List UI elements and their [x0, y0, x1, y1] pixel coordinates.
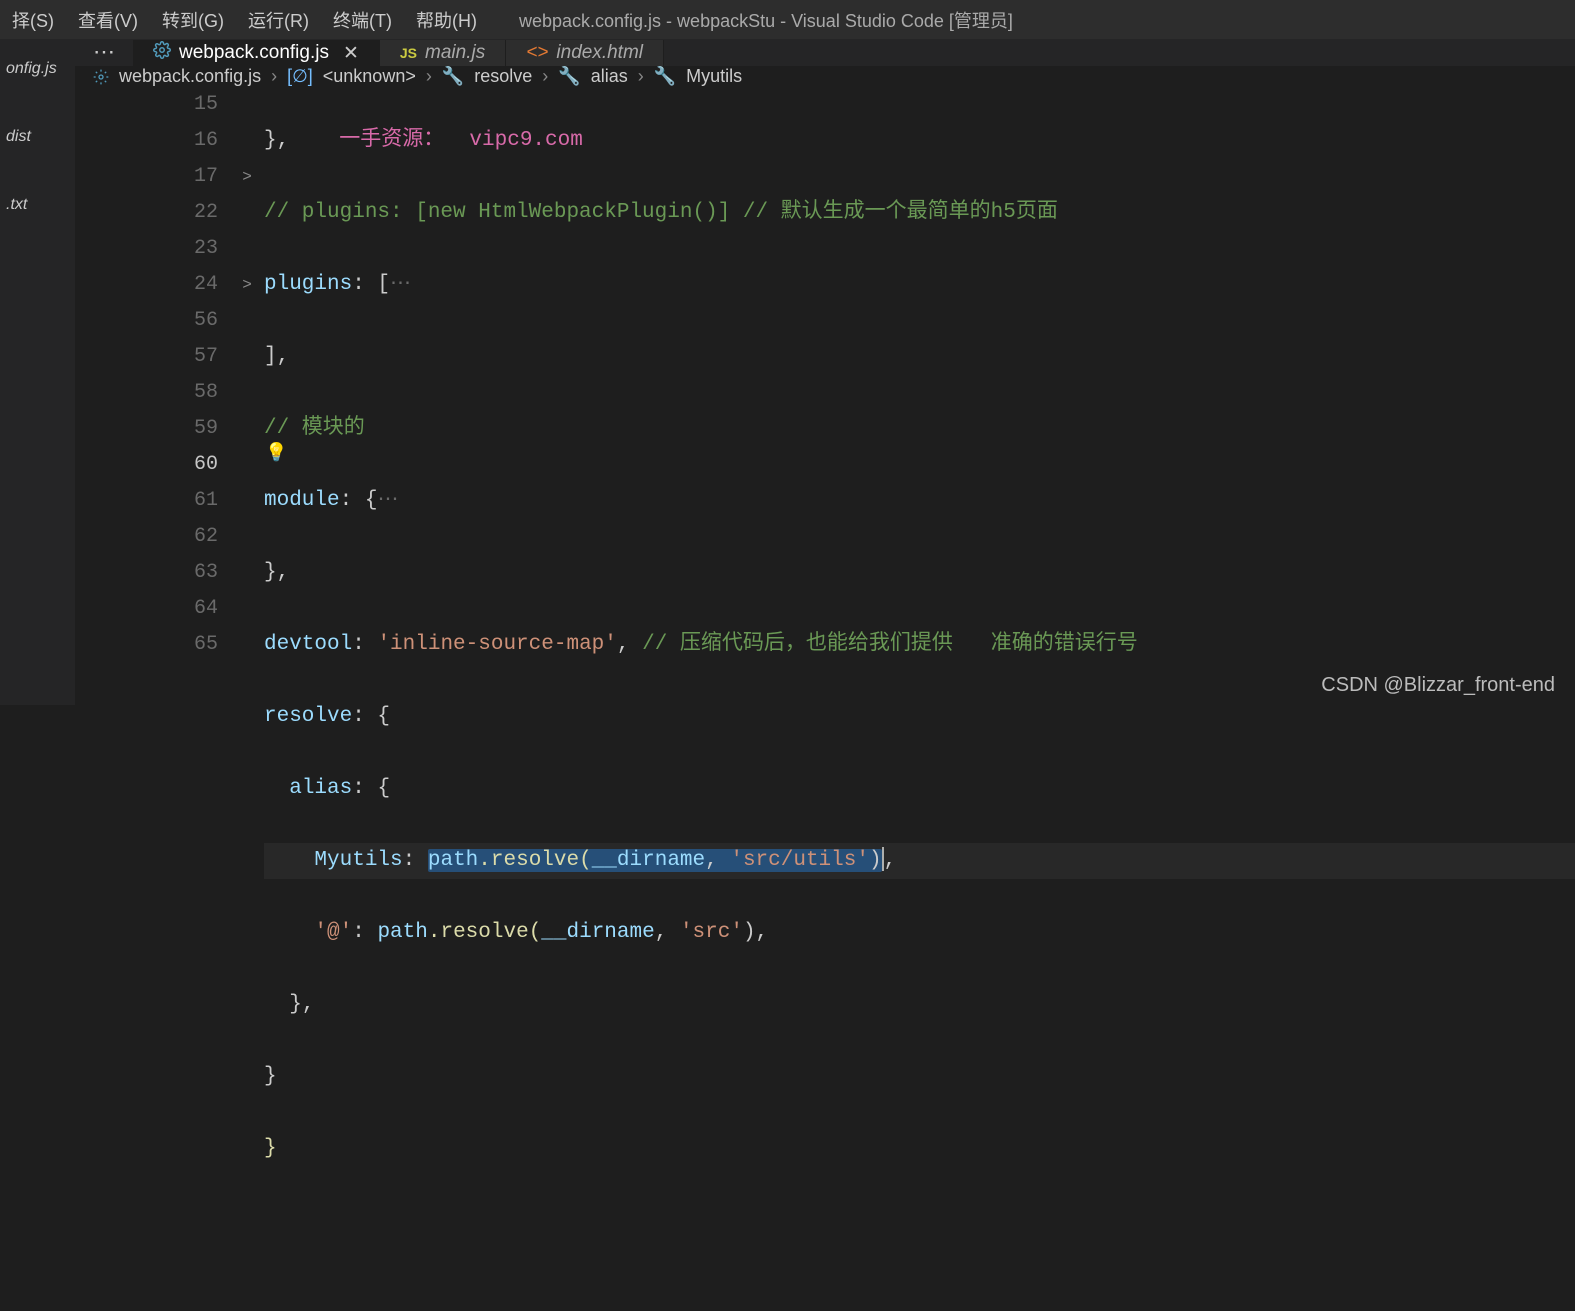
- chevron-right-icon: ›: [638, 66, 644, 87]
- wrench-icon: 🔧: [442, 66, 464, 87]
- tab-bar: ⋯ webpack.config.js ✕ JS main.js <> inde…: [75, 40, 1575, 66]
- chevron-right-icon: ›: [542, 66, 548, 87]
- menu-help[interactable]: 帮助(H): [404, 7, 489, 33]
- wrench-icon: 🔧: [654, 66, 676, 87]
- menu-view[interactable]: 查看(V): [66, 7, 150, 33]
- explorer-sidebar: onfig.js dist .txt: [0, 40, 75, 705]
- fold-gutter[interactable]: > >: [230, 87, 264, 1311]
- wrench-icon: 🔧: [558, 66, 580, 87]
- tab-webpack-config[interactable]: webpack.config.js ✕: [133, 40, 380, 66]
- menu-bar: 择(S) 查看(V) 转到(G) 运行(R) 终端(T) 帮助(H) webpa…: [0, 0, 1575, 40]
- gear-icon: [93, 69, 109, 85]
- tab-main-js[interactable]: JS main.js: [380, 40, 506, 66]
- menu-go[interactable]: 转到(G): [150, 7, 236, 33]
- breadcrumb[interactable]: webpack.config.js › [∅] <unknown> › 🔧 re…: [75, 66, 1575, 87]
- fold-toggle[interactable]: >: [230, 267, 264, 303]
- lightbulb-icon[interactable]: 💡: [265, 442, 287, 464]
- html-icon: <>: [526, 42, 548, 64]
- tab-label: index.html: [556, 42, 643, 64]
- breadcrumb-item[interactable]: alias: [591, 66, 628, 87]
- sidebar-item[interactable]: .txt: [6, 196, 27, 214]
- menu-run[interactable]: 运行(R): [236, 7, 321, 33]
- line-number-gutter: 15 16 17 22 23 24 56 57 58 59 60 61 62 6…: [75, 87, 230, 1311]
- breadcrumb-item[interactable]: resolve: [474, 66, 532, 87]
- chevron-right-icon: ›: [426, 66, 432, 87]
- watermark: CSDN @Blizzar_front-end: [1321, 674, 1555, 697]
- tab-index-html[interactable]: <> index.html: [506, 40, 664, 66]
- code-content[interactable]: },一手资源： vipc9.com // plugins: [new HtmlW…: [264, 87, 1575, 1311]
- menu-select[interactable]: 择(S): [0, 7, 66, 33]
- sidebar-item[interactable]: dist: [6, 128, 31, 146]
- fold-toggle[interactable]: >: [230, 159, 264, 195]
- breadcrumb-item[interactable]: <unknown>: [323, 66, 416, 87]
- code-editor[interactable]: 15 16 17 22 23 24 56 57 58 59 60 61 62 6…: [75, 87, 1575, 1311]
- breadcrumb-item[interactable]: webpack.config.js: [119, 66, 261, 87]
- sidebar-item[interactable]: onfig.js: [6, 60, 57, 78]
- close-icon[interactable]: ✕: [343, 42, 359, 65]
- window-title: webpack.config.js - webpackStu - Visual …: [489, 7, 1013, 33]
- gear-icon: [153, 41, 171, 65]
- bracket-icon: [∅]: [287, 66, 313, 87]
- menu-terminal[interactable]: 终端(T): [321, 7, 404, 33]
- tab-label: webpack.config.js: [179, 42, 329, 64]
- tab-label: main.js: [425, 42, 485, 64]
- js-icon: JS: [400, 45, 417, 61]
- more-tabs-button[interactable]: ⋯: [75, 40, 133, 66]
- chevron-right-icon: ›: [271, 66, 277, 87]
- breadcrumb-item[interactable]: Myutils: [686, 66, 742, 87]
